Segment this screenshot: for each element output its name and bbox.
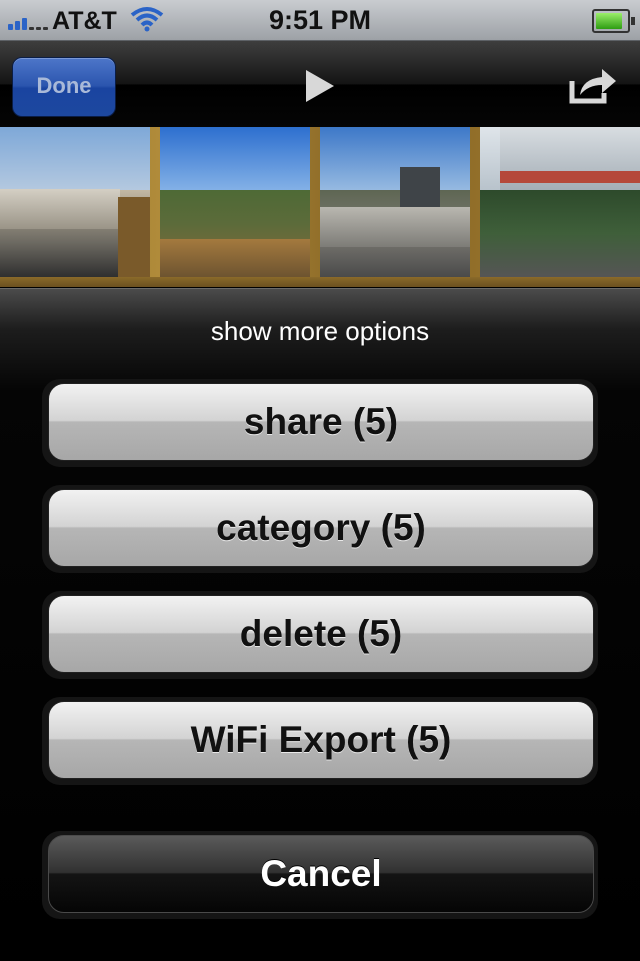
category-button-frame: category (5) [42, 485, 598, 573]
cancel-button-frame: Cancel [42, 831, 598, 919]
status-time: 9:51 PM [268, 5, 372, 35]
category-button[interactable]: category (5) [48, 489, 594, 567]
battery-icon [592, 9, 635, 33]
photo-thumbnail[interactable] [320, 127, 470, 277]
photo-thumbnail[interactable] [160, 127, 310, 277]
status-bar: AT&T 9:51 PM [0, 0, 640, 41]
delete-button-frame: delete (5) [42, 591, 598, 679]
wifi-export-button[interactable]: WiFi Export (5) [48, 701, 594, 779]
done-button[interactable]: Done [12, 57, 116, 117]
photo-strip [0, 127, 640, 287]
top-toolbar: Done [0, 41, 640, 127]
sheet-title: show more options [210, 316, 430, 346]
photo-thumbnail[interactable] [0, 127, 150, 277]
delete-button[interactable]: delete (5) [48, 595, 594, 673]
action-sheet: show more options share (5) category (5)… [0, 288, 640, 961]
share-button-frame: share (5) [42, 379, 598, 467]
cancel-button[interactable]: Cancel [48, 835, 594, 913]
play-icon[interactable] [304, 69, 336, 103]
photo-thumbnail[interactable] [480, 127, 640, 277]
share-export-icon[interactable] [568, 65, 618, 105]
wifi-export-button-frame: WiFi Export (5) [42, 697, 598, 785]
share-button[interactable]: share (5) [48, 383, 594, 461]
